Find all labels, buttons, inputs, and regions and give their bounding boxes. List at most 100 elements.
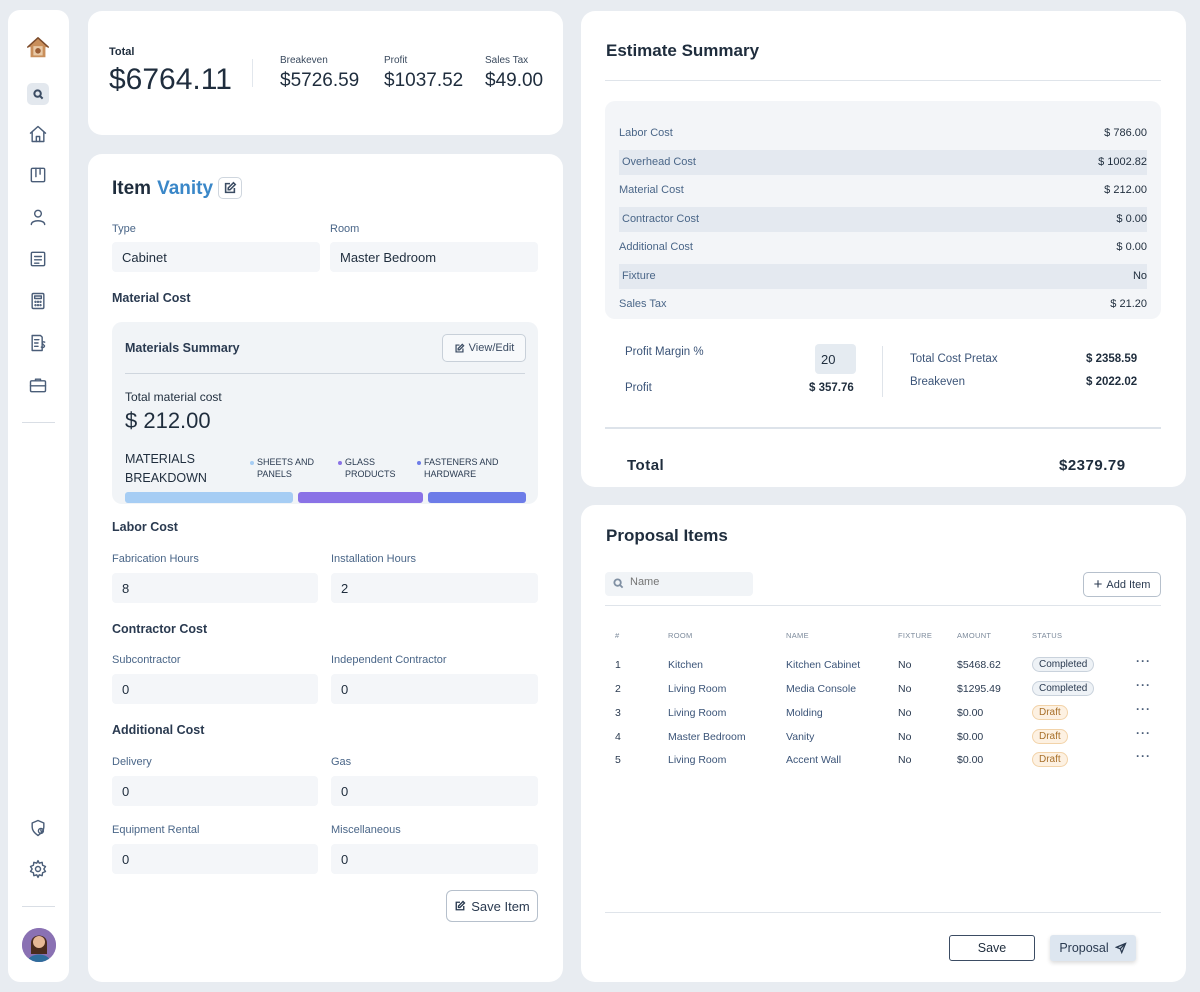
row-number: 5 (615, 754, 621, 766)
independent-contractor-field[interactable]: 0 (331, 674, 538, 704)
shield-icon[interactable] (26, 816, 50, 840)
more-options-icon[interactable]: ··· (1136, 726, 1151, 740)
row-name: Molding (786, 707, 823, 719)
column-header: FIXTURE (898, 631, 933, 640)
status-badge: Completed (1032, 657, 1095, 672)
legend-glass-products: GLASS PRODUCTS (338, 456, 405, 480)
calculator-icon[interactable] (26, 289, 50, 313)
total-cost-pretax-value: $ 2358.59 (1086, 353, 1138, 365)
row-amount: $0.00 (957, 731, 984, 743)
gas-label: Gas (331, 756, 352, 768)
proposal-search (605, 572, 753, 596)
house-logo-icon[interactable] (24, 34, 52, 62)
row-amount: $5468.62 (957, 659, 1001, 671)
status-badge: Completed (1032, 681, 1095, 696)
status-badge: Draft (1032, 729, 1068, 744)
legend-dot (250, 461, 254, 465)
row-room: Kitchen (668, 659, 704, 671)
row-number: 4 (615, 731, 621, 743)
save-button[interactable]: Save (949, 935, 1035, 961)
miscellaneous-label: Miscellaneous (331, 824, 401, 836)
table-top-divider (605, 605, 1161, 606)
add-item-label: Add Item (1106, 578, 1151, 591)
sidebar (8, 10, 69, 982)
gear-icon[interactable] (26, 857, 50, 881)
search-icon[interactable] (27, 83, 49, 105)
profit-value: $ 357.76 (809, 382, 854, 394)
gas-field[interactable]: 0 (331, 776, 538, 806)
breakdown-segment (125, 492, 293, 503)
estimate-row-value: $ 786.00 (1104, 127, 1147, 139)
estimate-row: Contractor Cost $ 0.00 (619, 207, 1147, 232)
item-title-prefix: Item (112, 178, 152, 199)
proposal-button[interactable]: Proposal (1050, 935, 1136, 961)
independent-contractor-label: Independent Contractor (331, 654, 447, 666)
save-edit-icon (455, 900, 466, 911)
legend-dot (338, 461, 342, 465)
estimate-summary-title: Estimate Summary (606, 41, 760, 60)
fabrication-hours-field[interactable]: 8 (112, 573, 318, 603)
room-field[interactable]: Master Bedroom (330, 242, 538, 272)
estimate-row-label: Sales Tax (619, 298, 667, 310)
add-item-button[interactable]: + Add Item (1083, 572, 1161, 597)
subcontractor-field[interactable]: 0 (112, 674, 318, 704)
more-options-icon[interactable]: ··· (1136, 678, 1151, 692)
board-icon[interactable] (26, 163, 50, 187)
proposal-label: Proposal (1059, 941, 1109, 955)
profit-label: Profit (384, 55, 408, 66)
search-input[interactable] (630, 576, 745, 588)
legend-dot (417, 461, 421, 465)
equipment-rental-field[interactable]: 0 (112, 844, 318, 874)
estimate-row-value: $ 21.20 (1110, 298, 1147, 310)
proposal-items-card: Proposal Items + Add Item # ROOM NAME FI… (581, 505, 1186, 982)
estimate-row-value: $ 0.00 (1116, 241, 1147, 253)
avatar[interactable] (22, 928, 56, 962)
profit-margin-input[interactable]: 20 (815, 344, 856, 374)
row-amount: $1295.49 (957, 683, 1001, 695)
column-header: STATUS (1032, 631, 1063, 640)
estimate-row: Material Cost $ 212.00 (619, 178, 1147, 203)
materials-divider (125, 373, 525, 374)
estimate-row-label: Contractor Cost (622, 213, 700, 225)
item-card: Item Vanity Type Cabinet Room Master Bed… (88, 154, 563, 982)
total-value: $6764.11 (109, 63, 232, 96)
sales-tax-value: $49.00 (485, 70, 544, 91)
row-fixture: No (898, 731, 912, 743)
more-options-icon[interactable]: ··· (1136, 654, 1151, 668)
plus-icon: + (1093, 576, 1103, 593)
miscellaneous-field[interactable]: 0 (331, 844, 538, 874)
breakeven-value: $ 2022.02 (1086, 376, 1138, 388)
briefcase-icon[interactable] (26, 373, 50, 397)
row-name: Kitchen Cabinet (786, 659, 861, 671)
row-name: Vanity (786, 731, 815, 743)
contractor-cost-title: Contractor Cost (112, 622, 208, 636)
materials-summary-title: Materials Summary (125, 341, 240, 355)
more-options-icon[interactable]: ··· (1136, 702, 1151, 716)
room-label: Room (330, 223, 360, 235)
profit-margin-label: Profit Margin % (625, 346, 704, 358)
row-room: Living Room (668, 754, 727, 766)
user-icon[interactable] (26, 205, 50, 229)
save-item-button[interactable]: Save Item (446, 890, 538, 922)
delivery-field[interactable]: 0 (112, 776, 318, 806)
more-options-icon[interactable]: ··· (1136, 749, 1151, 763)
estimate-row: Labor Cost $ 786.00 (619, 121, 1147, 146)
breakeven-label: Breakeven (910, 376, 965, 388)
edit-name-button[interactable] (218, 177, 242, 199)
proposal-items-title: Proposal Items (606, 526, 728, 545)
status-badge: Draft (1032, 705, 1068, 720)
column-header: AMOUNT (957, 631, 992, 640)
estimate-summary-card: Estimate Summary Labor Cost $ 786.00 Ove… (581, 11, 1186, 487)
invoice-icon[interactable] (26, 331, 50, 355)
send-icon (1114, 942, 1127, 954)
type-field[interactable]: Cabinet (112, 242, 320, 272)
materials-breakdown-label: MATERIALS BREAKDOWN (125, 452, 207, 485)
item-name[interactable]: Vanity (157, 178, 213, 200)
home-icon[interactable] (26, 122, 50, 146)
view-edit-button[interactable]: View/Edit (442, 334, 526, 362)
profit-value: $1037.52 (384, 70, 464, 91)
installation-hours-field[interactable]: 2 (331, 573, 538, 603)
row-fixture: No (898, 707, 912, 719)
document-icon[interactable] (26, 247, 50, 271)
row-number: 3 (615, 707, 621, 719)
